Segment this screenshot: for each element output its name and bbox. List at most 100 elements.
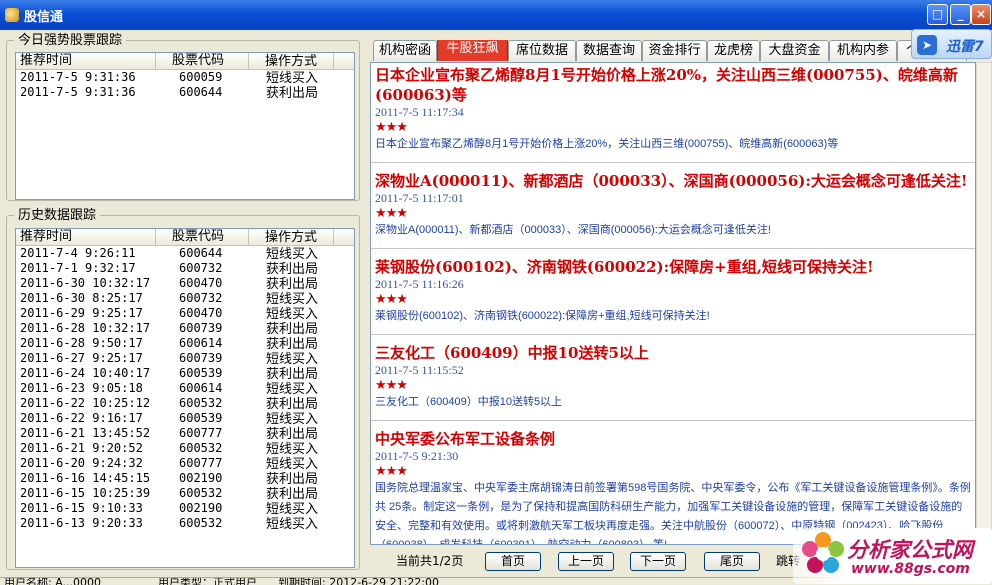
col-operation[interactable]: 操作方式 bbox=[249, 53, 334, 69]
table-row[interactable]: 2011-6-27 9:25:17 600739 短线买入 bbox=[16, 351, 354, 366]
col-recommend-time[interactable]: 推荐时间 bbox=[16, 53, 156, 69]
col-operation[interactable]: 操作方式 bbox=[249, 229, 334, 245]
table-row[interactable]: 2011-6-23 9:05:18 600614 短线买入 bbox=[16, 381, 354, 396]
col-recommend-time[interactable]: 推荐时间 bbox=[16, 229, 156, 245]
minimize-button[interactable]: _ bbox=[950, 4, 971, 25]
maximize-button[interactable]: □ bbox=[927, 4, 948, 25]
cell-code: 600739 bbox=[179, 321, 223, 335]
history-stock-list[interactable]: 推荐时间 股票代码 操作方式 2011-7-4 9:26:11 600644 短线买… bbox=[15, 228, 355, 568]
prev-page-button[interactable]: 上一页 bbox=[558, 552, 614, 571]
table-row[interactable]: 2011-6-28 10:32:17 600739 获利出局 bbox=[16, 321, 354, 336]
table-row[interactable]: 2011-7-1 9:32:17 600732 获利出局 bbox=[16, 261, 354, 276]
cell-operation: 短线买入 bbox=[266, 501, 319, 516]
col-stock-code[interactable]: 股票代码 bbox=[156, 229, 249, 245]
cell-time: 2011-6-15 9:10:33 bbox=[20, 501, 143, 515]
news-title[interactable]: 日本企业宣布聚乙烯醇8月1号开始价格上涨20%，关注山西三维(000755)、皖… bbox=[375, 65, 971, 105]
news-scrollbar[interactable] bbox=[976, 62, 992, 545]
news-title[interactable]: 深物业A(000011)、新都酒店（000033）、深国商(000056):大运… bbox=[375, 171, 971, 191]
tab-1[interactable]: 牛股狂飙 bbox=[437, 40, 508, 61]
cell-operation: 获利出局 bbox=[266, 321, 319, 336]
tab-6[interactable]: 大盘资金 bbox=[760, 40, 829, 61]
news-title[interactable]: 三友化工（600409）中报10送转5以上 bbox=[375, 343, 971, 363]
cell-operation: 获利出局 bbox=[266, 366, 319, 381]
table-row[interactable]: 2011-6-21 9:20:52 600532 短线买入 bbox=[16, 441, 354, 456]
table-row[interactable]: 2011-6-15 9:10:33 002190 短线买入 bbox=[16, 501, 354, 516]
tab-3[interactable]: 数据查询 bbox=[576, 40, 642, 61]
page-info: 当前共1/2页 bbox=[396, 553, 464, 568]
table-row[interactable]: 2011-7-5 9:31:36 600059 短线买入 bbox=[16, 70, 354, 85]
cell-code: 600777 bbox=[179, 426, 223, 440]
tab-4[interactable]: 资金排行 bbox=[642, 40, 707, 61]
table-row[interactable]: 2011-6-21 13:45:52 600777 获利出局 bbox=[16, 426, 354, 441]
cell-time: 2011-6-13 9:20:33 bbox=[20, 516, 143, 530]
news-title[interactable]: 中央军委公布军工设备条例 bbox=[375, 429, 971, 449]
today-tracking-group: 今日强势股票跟踪 推荐时间 股票代码 操作方式 2011-7-5 9:31:36… bbox=[6, 33, 360, 201]
table-row[interactable]: 2011-6-15 10:25:39 600532 获利出局 bbox=[16, 486, 354, 501]
status-user-type: 用户类型：正式用户 bbox=[158, 577, 257, 585]
cell-operation: 短线买入 bbox=[266, 456, 319, 471]
xunlei-badge[interactable]: ➤ 迅雷7 bbox=[911, 29, 992, 59]
history-group-title: 历史数据跟踪 bbox=[14, 208, 101, 223]
cell-time: 2011-6-23 9:05:18 bbox=[20, 381, 143, 395]
cell-operation: 获利出局 bbox=[266, 85, 319, 100]
cell-operation: 短线买入 bbox=[266, 306, 319, 321]
news-time: 2011-7-5 11:17:01 bbox=[375, 191, 464, 205]
today-stock-list[interactable]: 推荐时间 股票代码 操作方式 2011-7-5 9:31:36 600059 短线买… bbox=[15, 52, 355, 200]
cell-operation: 获利出局 bbox=[266, 471, 319, 486]
cell-code: 600777 bbox=[179, 456, 223, 470]
news-body: 三友化工（600409）中报10送转5以上 bbox=[375, 396, 563, 408]
cell-time: 2011-6-27 9:25:17 bbox=[20, 351, 143, 365]
cell-code: 600732 bbox=[179, 261, 223, 275]
news-stars: ★★★ bbox=[375, 464, 408, 479]
table-row[interactable]: 2011-6-22 9:16:17 600539 短线买入 bbox=[16, 411, 354, 426]
today-group-title: 今日强势股票跟踪 bbox=[14, 33, 127, 48]
today-list-header: 推荐时间 股票代码 操作方式 bbox=[16, 53, 354, 70]
next-page-button[interactable]: 下一页 bbox=[630, 552, 686, 571]
col-stock-code[interactable]: 股票代码 bbox=[156, 53, 249, 69]
cell-time: 2011-6-28 10:32:17 bbox=[20, 321, 151, 335]
cell-time: 2011-7-5 9:31:36 bbox=[20, 85, 136, 99]
table-row[interactable]: 2011-6-30 8:25:17 600732 短线买入 bbox=[16, 291, 354, 306]
tab-2[interactable]: 席位数据 bbox=[508, 40, 576, 61]
cell-time: 2011-7-5 9:31:36 bbox=[20, 70, 136, 84]
title-bar: 股信通 □ _ × bbox=[0, 0, 992, 30]
cell-time: 2011-6-22 10:25:12 bbox=[20, 396, 151, 410]
table-row[interactable]: 2011-6-24 10:40:17 600539 获利出局 bbox=[16, 366, 354, 381]
table-row[interactable]: 2011-7-4 9:26:11 600644 短线买入 bbox=[16, 246, 354, 261]
cell-operation: 短线买入 bbox=[266, 411, 319, 426]
cell-code: 600532 bbox=[179, 486, 223, 500]
news-item: 莱钢股份(600102)、济南钢铁(600022):保障房+重组,短线可保持关注… bbox=[371, 255, 975, 335]
cell-code: 600470 bbox=[179, 306, 223, 320]
table-row[interactable]: 2011-6-16 14:45:15 002190 获利出局 bbox=[16, 471, 354, 486]
cell-code: 600644 bbox=[179, 246, 223, 260]
cell-operation: 短线买入 bbox=[266, 441, 319, 456]
news-item: 日本企业宣布聚乙烯醇8月1号开始价格上涨20%，关注山西三维(000755)、皖… bbox=[371, 63, 975, 163]
tab-7[interactable]: 机构内参 bbox=[829, 40, 897, 61]
cell-time: 2011-6-22 9:16:17 bbox=[20, 411, 143, 425]
close-button[interactable]: × bbox=[971, 4, 991, 25]
table-row[interactable]: 2011-6-29 9:25:17 600470 短线买入 bbox=[16, 306, 354, 321]
cell-time: 2011-6-28 9:50:17 bbox=[20, 336, 143, 350]
fxj-site-name: 分析家公式网 bbox=[847, 538, 973, 562]
table-row[interactable]: 2011-6-28 9:50:17 600614 获利出局 bbox=[16, 336, 354, 351]
table-row[interactable]: 2011-6-13 9:20:33 600532 短线买入 bbox=[16, 516, 354, 531]
tab-0[interactable]: 机构密函 bbox=[373, 40, 437, 61]
last-page-button[interactable]: 尾页 bbox=[704, 552, 760, 571]
news-panel[interactable]: 日本企业宣布聚乙烯醇8月1号开始价格上涨20%，关注山西三维(000755)、皖… bbox=[370, 62, 976, 545]
cell-code: 600644 bbox=[179, 85, 223, 99]
news-body: 日本企业宣布聚乙烯醇8月1号开始价格上涨20%，关注山西三维(000755)、皖… bbox=[375, 138, 839, 150]
table-row[interactable]: 2011-6-22 10:25:12 600532 获利出局 bbox=[16, 396, 354, 411]
cell-time: 2011-6-21 9:20:52 bbox=[20, 441, 143, 455]
table-row[interactable]: 2011-6-30 10:32:17 600470 获利出局 bbox=[16, 276, 354, 291]
news-stars: ★★★ bbox=[375, 206, 408, 221]
cell-time: 2011-6-15 10:25:39 bbox=[20, 486, 151, 500]
news-title[interactable]: 莱钢股份(600102)、济南钢铁(600022):保障房+重组,短线可保持关注… bbox=[375, 257, 971, 277]
cell-time: 2011-7-4 9:26:11 bbox=[20, 246, 136, 260]
table-row[interactable]: 2011-7-5 9:31:36 600644 获利出局 bbox=[16, 85, 354, 100]
table-row[interactable]: 2011-6-20 9:24:32 600777 短线买入 bbox=[16, 456, 354, 471]
tab-5[interactable]: 龙虎榜 bbox=[707, 40, 760, 61]
news-time: 2011-7-5 11:15:52 bbox=[375, 363, 464, 377]
first-page-button[interactable]: 首页 bbox=[485, 552, 541, 571]
cell-time: 2011-6-16 14:45:15 bbox=[20, 471, 151, 485]
cell-time: 2011-6-30 10:32:17 bbox=[20, 276, 151, 290]
